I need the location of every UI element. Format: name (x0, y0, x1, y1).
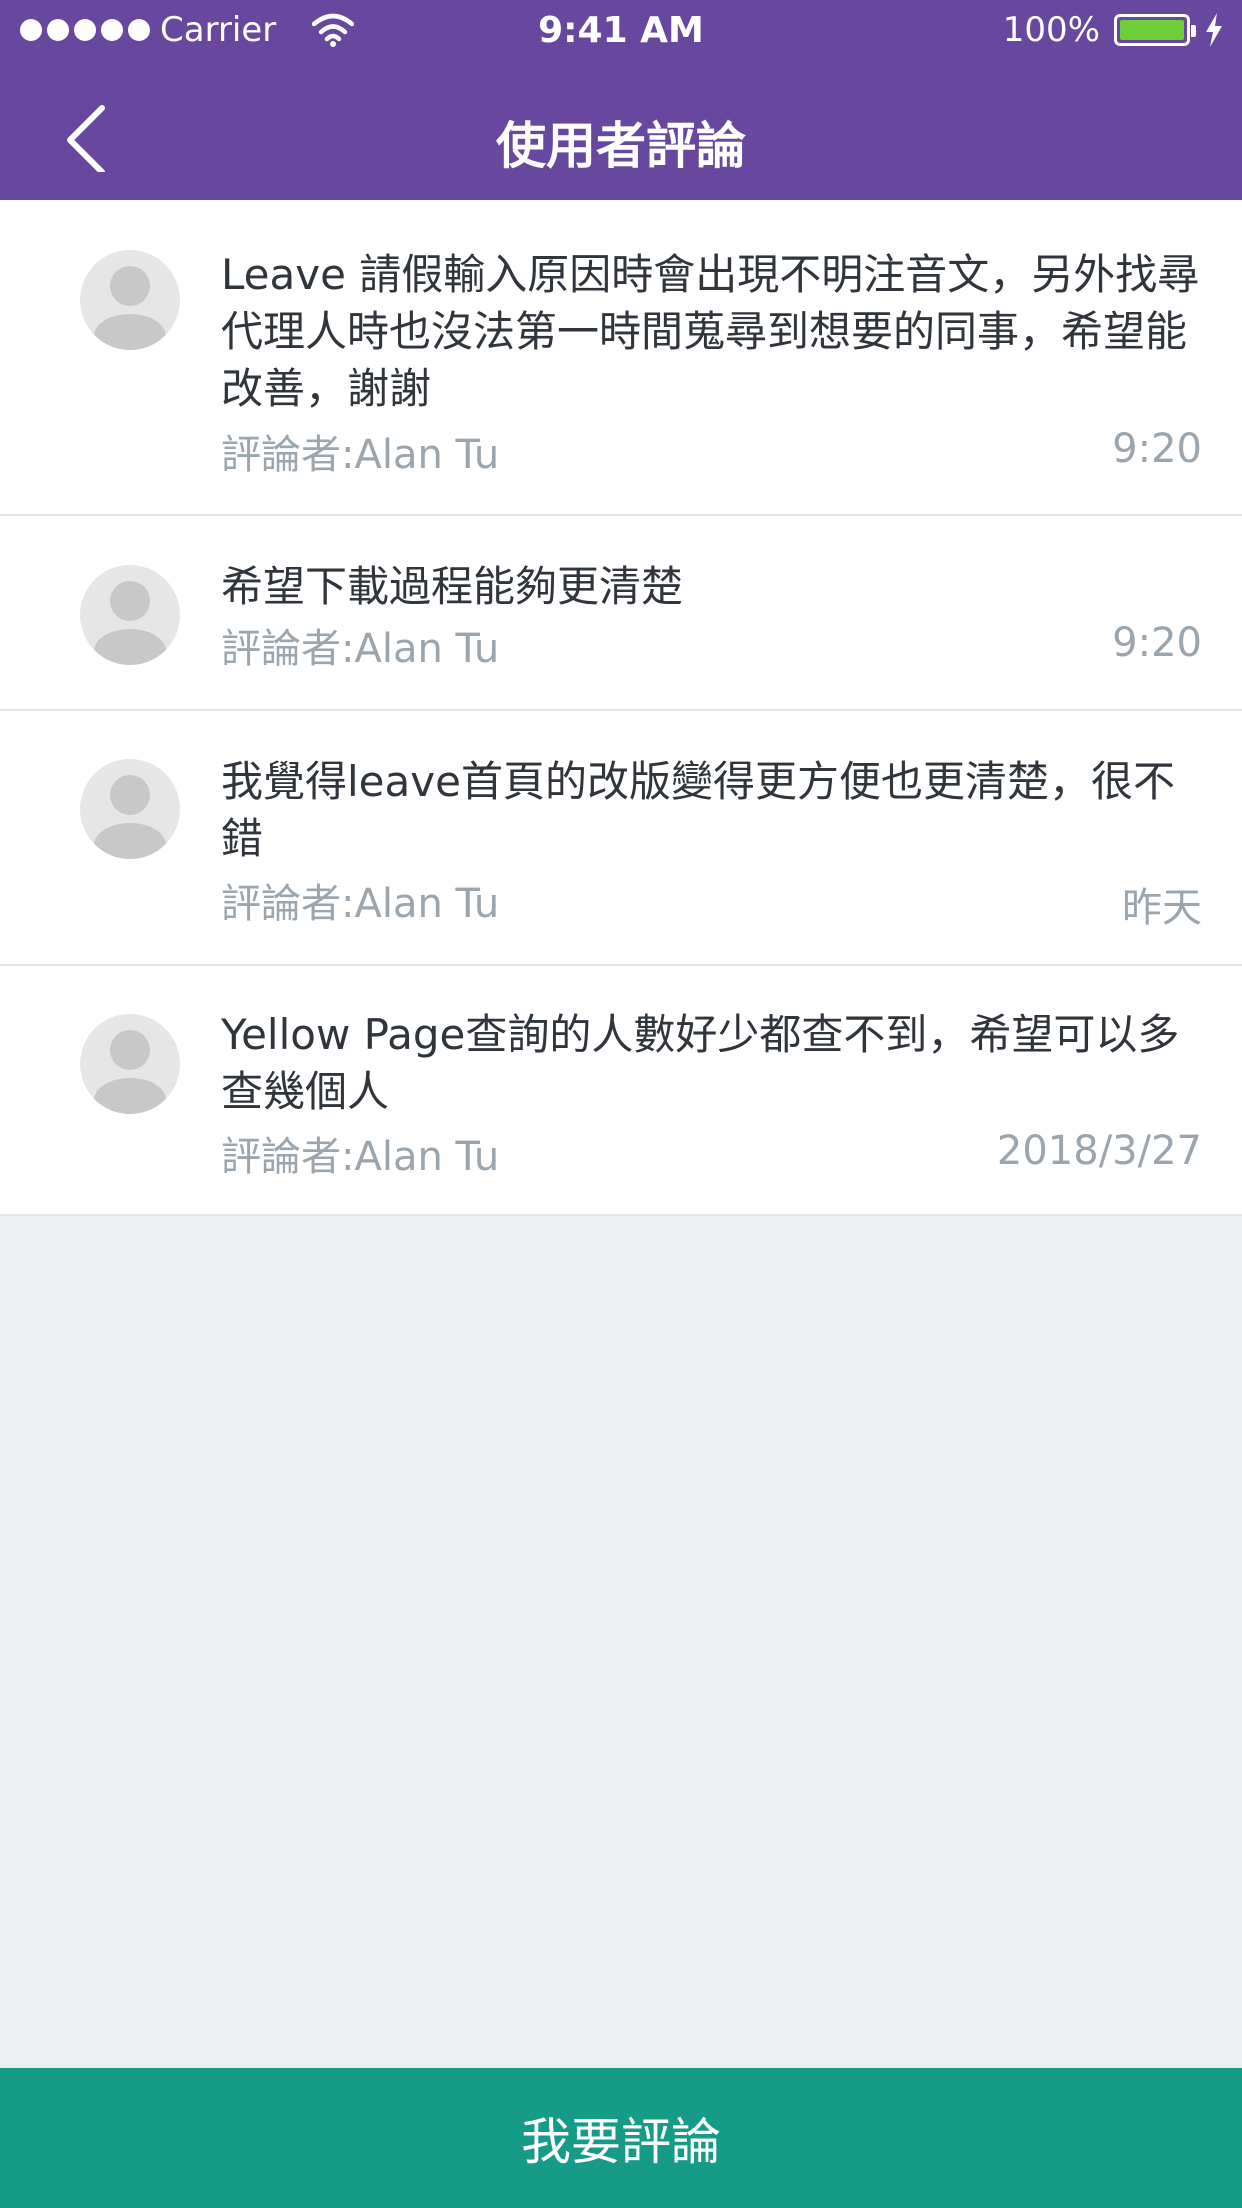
battery-percent: 100% (1002, 10, 1100, 50)
avatar (80, 1014, 180, 1114)
comment-time: 9:20 (1112, 426, 1202, 472)
comment-author: 評論者:Alan Tu (221, 626, 500, 672)
comment-text: Leave 請假輸入原因時會出現不明注音文，另外找尋代理人時也沒法第一時間蒐尋到… (221, 250, 1200, 413)
avatar (80, 250, 180, 350)
comment-time: 昨天 (1122, 885, 1202, 931)
comment-text: Yellow Page查詢的人數好少都查不到，希望可以多查幾個人 (221, 1010, 1180, 1116)
app-header: Carrier 9:41 AM 100% 使用者評論 (0, 0, 1242, 200)
user-placeholder-icon (94, 1030, 166, 1114)
comment-item[interactable]: 希望下載過程能夠更清楚 評論者:Alan Tu 9:20 (0, 516, 1242, 711)
comment-list: Leave 請假輸入原因時會出現不明注音文，另外找尋代理人時也沒法第一時間蒐尋到… (0, 200, 1242, 1216)
comment-item[interactable]: Yellow Page查詢的人數好少都查不到，希望可以多查幾個人 評論者:Ala… (0, 966, 1242, 1216)
comment-author: 評論者:Alan Tu (221, 881, 500, 927)
battery-indicator: 100% (1003, 10, 1224, 50)
comment-item[interactable]: 我覺得leave首頁的改版變得更方便也更清楚，很不錯 評論者:Alan Tu 昨… (0, 711, 1242, 966)
comment-time: 9:20 (1112, 620, 1202, 666)
comment-text: 我覺得leave首頁的改版變得更方便也更清楚，很不錯 (221, 757, 1175, 863)
user-placeholder-icon (94, 266, 166, 350)
page-title: 使用者評論 (496, 117, 746, 175)
comment-text: 希望下載過程能夠更清楚 (221, 562, 684, 611)
comment-author: 評論者:Alan Tu (221, 432, 500, 478)
status-bar: Carrier 9:41 AM 100% (0, 0, 1242, 64)
navigation-bar: 使用者評論 (0, 64, 1242, 200)
write-review-button[interactable]: 我要評論 (0, 2068, 1242, 2208)
comment-time: 2018/3/27 (996, 1128, 1202, 1174)
user-placeholder-icon (94, 775, 166, 859)
charging-bolt-icon (1206, 13, 1222, 47)
avatar (80, 565, 180, 665)
user-placeholder-icon (94, 581, 166, 665)
battery-icon (1114, 14, 1196, 46)
comment-item[interactable]: Leave 請假輸入原因時會出現不明注音文，另外找尋代理人時也沒法第一時間蒐尋到… (0, 200, 1242, 516)
comment-author: 評論者:Alan Tu (221, 1134, 500, 1180)
avatar (80, 759, 180, 859)
